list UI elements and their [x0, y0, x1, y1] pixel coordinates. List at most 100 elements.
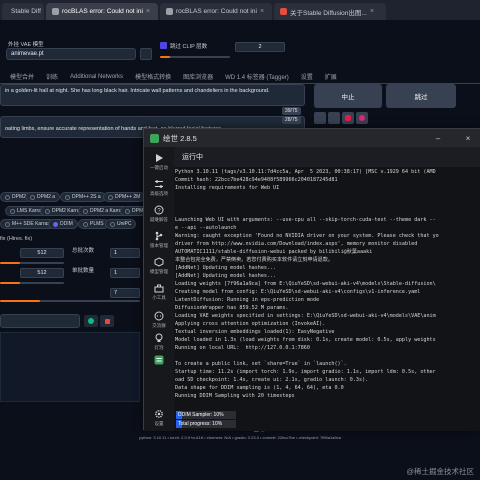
browser-tab-bar: Stable Diff rocBLAS error: Could not ini… [0, 0, 480, 20]
negative-token-count: 28/75 [282, 116, 301, 124]
chat-icon [154, 311, 164, 321]
refresh-vae-button[interactable] [140, 48, 152, 60]
hires-fix-label: fix (Hires. fix) [0, 236, 33, 242]
skip-button[interactable]: 跳过 [386, 84, 456, 108]
batch-size-number[interactable]: 1 [110, 268, 140, 278]
clip-checkbox[interactable] [160, 42, 167, 49]
console-line: Launching Web UI with arguments: --use-c… [175, 216, 436, 223]
tab-settings[interactable]: 设置 [301, 72, 313, 81]
console-line: Startup time: 11.2s (import torch: 1.9s,… [175, 368, 436, 375]
watermark: @稀土掘金技术社区 [406, 467, 474, 476]
vae-select[interactable]: animevae.pt [6, 48, 136, 60]
close-tab-icon[interactable]: × [146, 8, 150, 15]
console-line: [AddNet] Updating model hashes... [175, 264, 277, 271]
sampler-option[interactable]: M++ SDE Karras [0, 219, 55, 229]
vae-label: 外挂 VAE 模型 [8, 42, 44, 48]
settings-icon[interactable] [100, 315, 114, 327]
batch-size-label: 单批数量 [72, 268, 95, 274]
favicon-icon [280, 8, 287, 15]
sidebar-item-launch[interactable]: 一键启动 [144, 153, 174, 171]
app-logo-icon [150, 133, 159, 143]
close-icon[interactable]: × [460, 129, 476, 147]
console-line: Running DDIM Sampling with 20 timesteps [175, 392, 295, 399]
tab-tagger[interactable]: WD 1.4 标签器 (Tagger) [225, 72, 289, 81]
sampler-option[interactable]: UniPC [105, 219, 137, 229]
sidebar-item-bulb[interactable]: 灯泡 [144, 333, 174, 351]
launcher-window: 绘世 2.8.5 – × 一键启动 高级选项 ? 疑难解答 版本管理 模型管理 … [143, 128, 480, 431]
sidebar-item-community[interactable]: 交流群 [144, 311, 174, 329]
sampler-option[interactable]: DPM++ 2M [103, 192, 146, 202]
console-line: Installing requirements for Web UI [175, 184, 280, 191]
sidebar-item-settings[interactable]: 设置 [144, 409, 174, 427]
extra-networks-icon[interactable] [84, 315, 98, 327]
sidebar-item-version[interactable]: 版本管理 [144, 231, 174, 249]
trash-icon[interactable] [328, 112, 340, 124]
sidebar-item-faq[interactable]: ? 疑难解答 [144, 205, 174, 223]
console-line: To create a public link, set `share=True… [175, 360, 347, 367]
console-line: Loading VAE weights specified in setting… [175, 312, 436, 319]
tab-addnet[interactable]: Additional Networks [70, 74, 123, 80]
batch-count-number[interactable]: 1 [110, 248, 140, 258]
style-tools [314, 112, 374, 124]
total-status-text: Total progress: 10% [178, 421, 223, 427]
branch-icon [155, 231, 163, 241]
gear-icon [155, 410, 163, 418]
browser-tab[interactable]: Stable Diff [2, 3, 44, 20]
tab-gallery[interactable]: 图库浏览器 [183, 72, 213, 81]
style-red-icon[interactable] [342, 112, 354, 124]
console-header: 运行中 [174, 147, 480, 167]
browser-tab[interactable]: 关于Stable Diffusion出图... × [274, 3, 386, 20]
cfg-slider[interactable] [0, 300, 140, 302]
paste-icon[interactable] [314, 112, 326, 124]
console-line: Running on local URL: http://127.0.0.1:7… [175, 344, 310, 351]
favicon-icon [166, 8, 173, 15]
webui-nav-tabs: 模型合并 训练 Additional Networks 模型格式转换 图库浏览器… [0, 70, 480, 84]
launcher-sidebar: 一键启动 高级选项 ? 疑难解答 版本管理 模型管理 小工具 交流群 灯泡 设置 [144, 147, 174, 431]
browser-tab[interactable]: rocBLAS error: Could not ini × [160, 3, 272, 20]
tab-merge[interactable]: 模型合并 [10, 72, 34, 81]
sidebar-item-console[interactable] [144, 355, 174, 367]
sampler-option[interactable]: DPM++ 2S a [60, 192, 106, 202]
clip-slider[interactable] [160, 56, 230, 58]
console-icon [154, 355, 164, 365]
sampler-option[interactable]: DPM2 a [25, 192, 61, 202]
console-line: Warning: caught exception 'Found no NVID… [175, 232, 439, 239]
console-line: AUTOMATIC1111/stable-diffusion-webui pac… [175, 248, 373, 255]
total-progress-bar: Total progress: 10% [176, 420, 236, 428]
height-slider[interactable] [0, 282, 64, 284]
cfg-number[interactable]: 7 [110, 288, 140, 298]
close-tab-icon[interactable]: × [370, 8, 374, 15]
output-panel [0, 332, 140, 402]
script-select[interactable] [0, 314, 80, 328]
interrupt-button[interactable]: 中止 [314, 84, 382, 108]
console-line: Loading weights [7f96a1a9ca] from E:\Qiu… [175, 280, 436, 287]
sidebar-item-advanced[interactable]: 高级选项 [144, 179, 174, 197]
sampler-option-selected[interactable]: DDIM [48, 219, 78, 229]
console-line: oad SD checkpoint: 1.4s, create ui: 2.1s… [175, 376, 369, 383]
height-number[interactable]: 512 [20, 268, 64, 278]
sidebar-item-models[interactable]: 模型管理 [144, 257, 174, 275]
clip-number[interactable]: 2 [235, 42, 285, 52]
launcher-main: 运行中 Python 3.10.11 (tags/v3.10.11:7d4cc5… [174, 147, 480, 431]
batch-count-label: 总批次数 [72, 248, 95, 254]
tab-train[interactable]: 训练 [46, 72, 58, 81]
minimize-icon[interactable]: – [430, 129, 446, 147]
close-tab-icon[interactable]: × [260, 8, 264, 15]
tab-extensions[interactable]: 扩展 [325, 72, 337, 81]
tab-convert[interactable]: 模型格式转换 [135, 72, 171, 81]
console-line: Python 3.10.11 (tags/v3.10.11:7d4cc5a, A… [175, 169, 436, 175]
launcher-title: 绘世 2.8.5 [163, 133, 197, 143]
style-pink-icon[interactable] [356, 112, 368, 124]
prompt-input[interactable]: in a golden-lit hall at night. She has l… [0, 84, 305, 106]
console-line: Commit hash: 22bcc7be428c94e9408f589966c… [175, 176, 338, 183]
browser-tab[interactable]: rocBLAS error: Could not ini × [46, 3, 158, 20]
ddim-progress-bar: DDIM Sampler: 10% [176, 411, 236, 419]
console-output: Python 3.10.11 (tags/v3.10.11:7d4cc5a, A… [174, 167, 480, 411]
sidebar-item-tools[interactable]: 小工具 [144, 283, 174, 301]
width-slider[interactable] [0, 262, 64, 264]
cube-icon [154, 257, 164, 267]
width-number[interactable]: 512 [20, 248, 64, 258]
